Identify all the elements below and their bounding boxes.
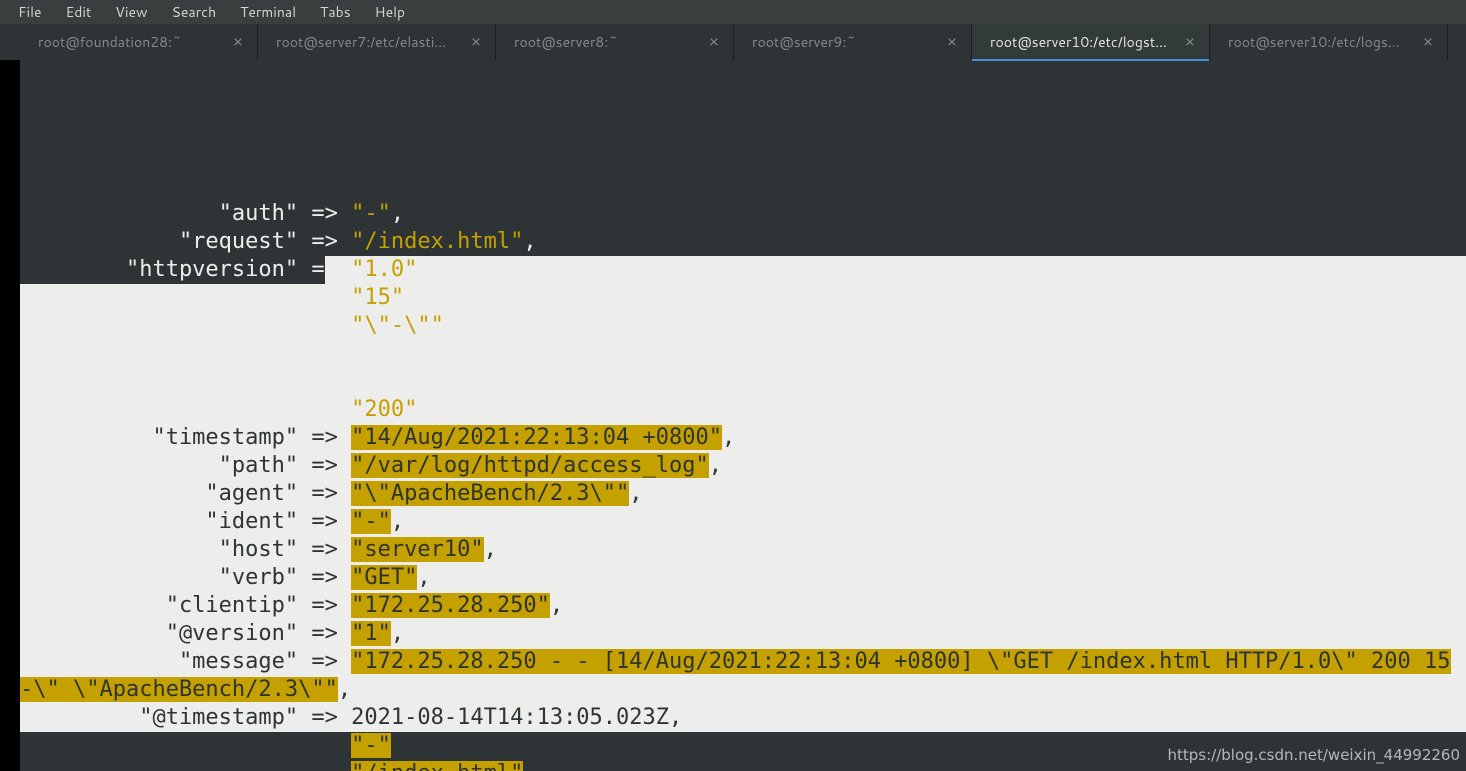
output-line: "verb" => "GET",	[20, 564, 1466, 592]
output-line: "response" => "200",	[20, 396, 1466, 424]
output-line: "timestamp" => "14/Aug/2021:22:13:04 +08…	[20, 424, 1466, 452]
menu-terminal[interactable]: Terminal	[228, 2, 308, 22]
output-line: "request" => "/index.html",	[20, 228, 1466, 256]
terminal-tab[interactable]: root@server10:/etc/logs...×	[1210, 24, 1448, 60]
close-icon[interactable]: ×	[1419, 34, 1437, 50]
close-icon[interactable]: ×	[467, 34, 485, 50]
output-line: "host" => "server10",	[20, 536, 1466, 564]
terminal-tab[interactable]: root@foundation28:~×	[20, 24, 258, 60]
output-line: {	[20, 368, 1466, 396]
close-icon[interactable]: ×	[229, 34, 247, 50]
terminal-tab[interactable]: root@server8:~×	[496, 24, 734, 60]
tab-title: root@foundation28:~	[38, 32, 229, 52]
tab-bar: root@foundation28:~×root@server7:/etc/el…	[0, 24, 1466, 60]
terminal-tab[interactable]: root@server7:/etc/elasti...×	[258, 24, 496, 60]
menu-search[interactable]: Search	[160, 2, 229, 22]
output-line: "clientip" => "172.25.28.250",	[20, 592, 1466, 620]
menubar: FileEditViewSearchTerminalTabsHelp	[0, 0, 1466, 24]
tab-title: root@server10:/etc/logst...	[990, 32, 1181, 52]
menu-help[interactable]: Help	[363, 2, 417, 22]
tab-title: root@server7:/etc/elasti...	[276, 32, 467, 52]
output-line: "@version" => "1",	[20, 620, 1466, 648]
menu-tabs[interactable]: Tabs	[308, 2, 363, 22]
menu-view[interactable]: View	[103, 2, 159, 22]
menu-edit[interactable]: Edit	[54, 2, 104, 22]
terminal-output[interactable]: "auth" => "-", "request" => "/index.html…	[0, 60, 1466, 771]
output-line: "referrer" => "\"-\""	[20, 312, 1466, 340]
output-line: "message" => "172.25.28.250 - - [14/Aug/…	[20, 648, 1466, 676]
tab-title: root@server10:/etc/logs...	[1228, 32, 1419, 52]
watermark-text: https://blog.csdn.net/weixin_44992260	[1167, 741, 1460, 769]
terminal-tab[interactable]: root@server10:/etc/logst...×	[972, 24, 1210, 60]
tab-title: root@server9:~	[752, 32, 943, 52]
output-line: }	[20, 340, 1466, 368]
output-line: "agent" => "\"ApacheBench/2.3\"",	[20, 480, 1466, 508]
close-icon[interactable]: ×	[1181, 34, 1199, 50]
output-line: "@timestamp" => 2021-08-14T14:13:05.023Z…	[20, 704, 1466, 732]
output-line: "auth" => "-",	[20, 200, 1466, 228]
close-icon[interactable]: ×	[705, 34, 723, 50]
close-icon[interactable]: ×	[943, 34, 961, 50]
output-line: "httpversion" => "1.0",	[20, 256, 1466, 284]
terminal-tab[interactable]: root@server9:~×	[734, 24, 972, 60]
output-line: "ident" => "-",	[20, 508, 1466, 536]
tab-title: root@server8:~	[514, 32, 705, 52]
output-line: -\" \"ApacheBench/2.3\"",	[20, 676, 1466, 704]
output-line: "bytes" => "15",	[20, 284, 1466, 312]
menu-file[interactable]: File	[6, 2, 54, 22]
output-line: "path" => "/var/log/httpd/access_log",	[20, 452, 1466, 480]
